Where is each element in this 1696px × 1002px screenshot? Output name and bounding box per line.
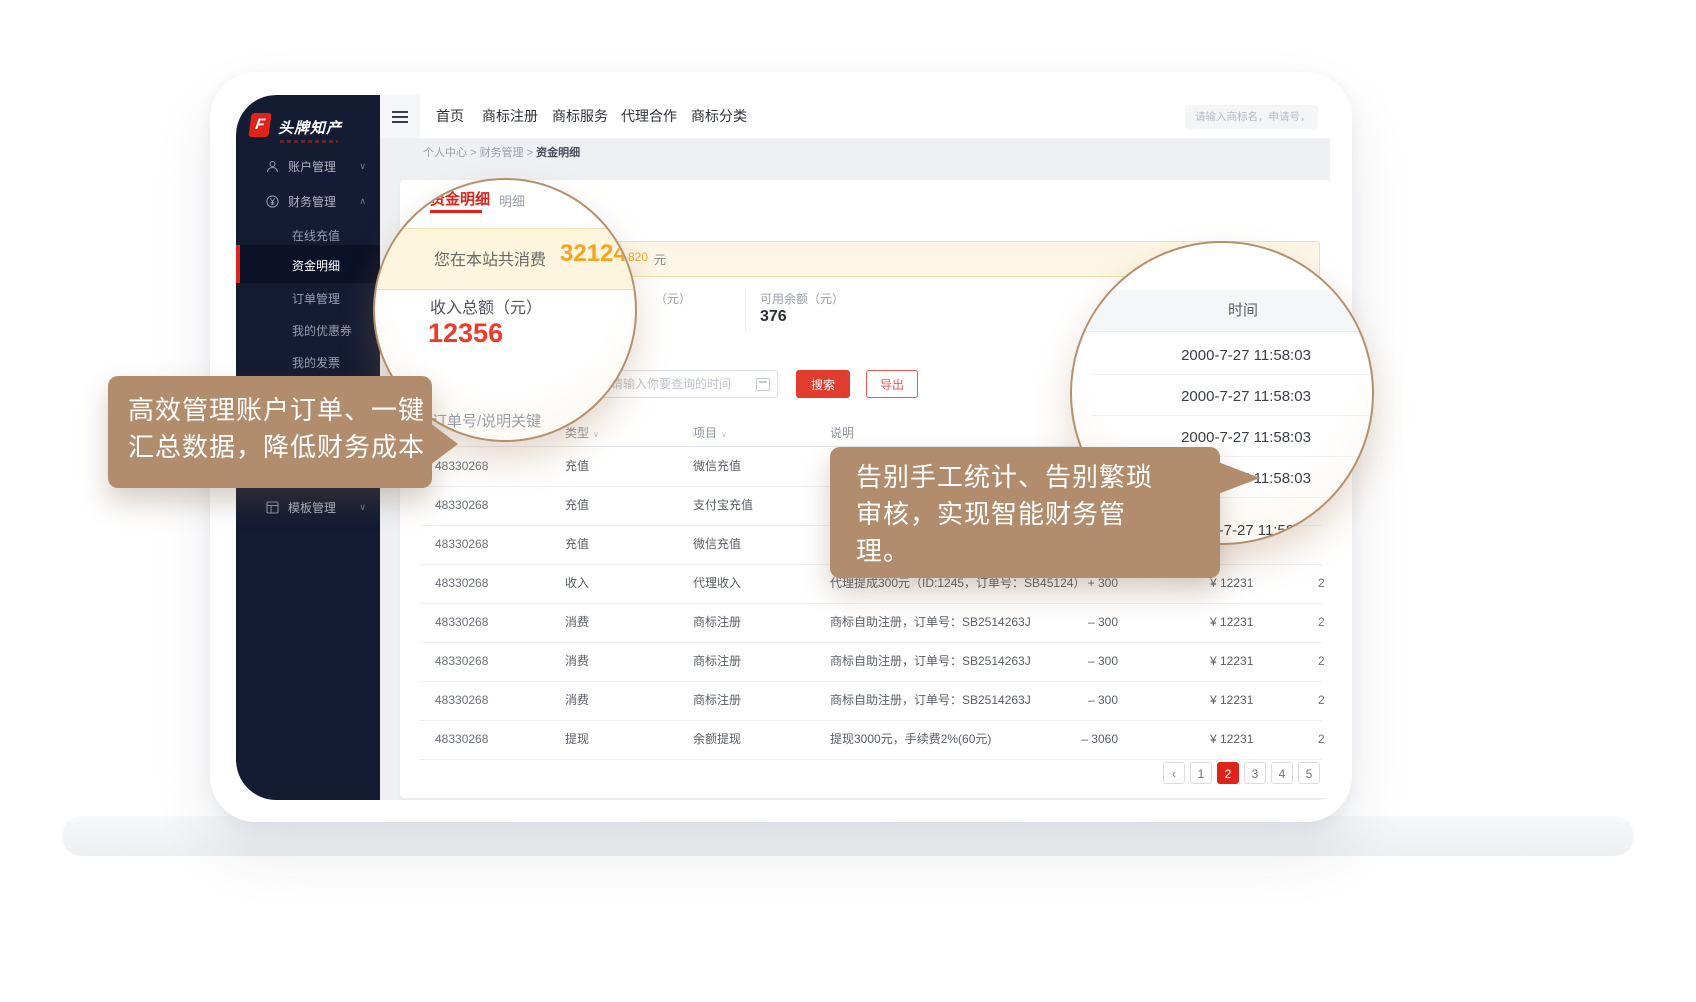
nav-agent-cooperation[interactable]: 代理合作 xyxy=(621,95,677,138)
callout-left-line1: 高效管理账户订单、一键 xyxy=(128,392,432,429)
balance-value: 376 xyxy=(760,308,787,326)
stat-divider xyxy=(745,288,746,332)
callout-right: 告别手工统计、告别繁琐 审核，实现智能财务管 理。 xyxy=(830,447,1220,578)
brand-subtext xyxy=(280,140,338,143)
template-icon xyxy=(266,501,279,514)
chevron-up-icon: ∧ xyxy=(359,196,366,207)
breadcrumb-section[interactable]: 财务管理 xyxy=(480,147,524,159)
menu-icon[interactable] xyxy=(380,95,420,138)
chevron-down-icon: ∨ xyxy=(359,502,366,513)
column-header-project[interactable]: 项目∨ xyxy=(693,424,727,441)
nav-home[interactable]: 首页 xyxy=(436,95,464,138)
time-cell: 2000-7-27 11:58:03 xyxy=(1072,429,1374,446)
laptop-base xyxy=(62,816,1634,856)
time-filter-input[interactable] xyxy=(600,370,778,398)
search-button[interactable]: 搜索 xyxy=(796,370,850,398)
column-header-desc: 说明 xyxy=(830,424,854,441)
user-icon xyxy=(266,160,279,173)
income-total-value: 12356 xyxy=(428,318,503,349)
breadcrumb-current: 资金明细 xyxy=(536,147,580,159)
sidebar-item-online-recharge[interactable]: 在线充值 xyxy=(292,227,340,244)
table-row: 48330268 消费 商标注册 商标自助注册，订单号：SB2514263J –… xyxy=(420,642,1322,682)
pagination-prev[interactable]: ‹ xyxy=(1163,762,1185,784)
export-button[interactable]: 导出 xyxy=(866,370,918,398)
breadcrumb-home[interactable]: 个人中心 xyxy=(423,147,467,159)
pagination-page-3[interactable]: 3 xyxy=(1244,762,1266,784)
sidebar-item-label: 模板管理 xyxy=(288,499,336,516)
chevron-down-icon: ∨ xyxy=(359,161,366,172)
income-total-label: 收入总额（元） xyxy=(430,294,542,318)
global-search-input[interactable] xyxy=(1185,105,1318,129)
tab-funds-detail: 资金明细 xyxy=(430,188,490,209)
pagination-page-4[interactable]: 4 xyxy=(1271,762,1293,784)
nav-trademark-category[interactable]: 商标分类 xyxy=(691,95,747,138)
sidebar-item-label: 财务管理 xyxy=(288,193,336,210)
sidebar-item-my-coupons[interactable]: 我的优惠券 xyxy=(292,322,352,339)
banner-unit: 元 xyxy=(654,251,666,268)
lens-banner-prefix: 您在本站共消费 xyxy=(434,246,546,270)
time-cell: 2000-7-27 11:58:03 xyxy=(1072,347,1374,364)
expense-unit-fragment: （元） xyxy=(655,290,691,307)
breadcrumb: 个人中心 > 财务管理 > 资金明细 xyxy=(423,144,580,160)
callout-arrow-right-icon xyxy=(430,423,458,465)
brand-name: 头牌知产 xyxy=(278,117,342,138)
brand-logo-icon: F xyxy=(248,113,271,137)
sort-caret-icon: ∨ xyxy=(721,430,727,439)
tab-fragment: 明细 xyxy=(499,191,525,210)
pagination-page-5[interactable]: 5 xyxy=(1298,762,1320,784)
sidebar-item-finance[interactable]: 财务管理 ∧ xyxy=(236,186,380,216)
sidebar-item-order-management[interactable]: 订单管理 xyxy=(292,290,340,307)
callout-right-line3: 理。 xyxy=(856,533,1220,570)
sidebar-item-funds-detail[interactable]: 资金明细 xyxy=(292,257,340,274)
nav-trademark-service[interactable]: 商标服务 xyxy=(552,95,608,138)
callout-left: 高效管理账户订单、一键 汇总数据，降低财务成本 xyxy=(108,376,432,488)
table-row: 48330268 消费 商标注册 商标自助注册，订单号：SB2514263J –… xyxy=(420,681,1322,721)
sidebar-active-marker xyxy=(236,245,240,283)
callout-right-line2: 审核，实现智能财务管 xyxy=(856,496,1220,533)
page: F 头牌知产 账户管理 ∨ 财务管理 ∧ 在线 xyxy=(0,0,1696,1002)
lens-banner-amount: 32124 xyxy=(560,240,627,268)
sidebar-item-my-invoices[interactable]: 我的发票 xyxy=(292,354,340,371)
calendar-icon[interactable] xyxy=(756,378,770,391)
nav-trademark-register[interactable]: 商标注册 xyxy=(482,95,538,138)
time-column-header: 时间 xyxy=(1072,290,1374,332)
column-header-type[interactable]: 类型∨ xyxy=(565,424,599,441)
callout-right-line1: 告别手工统计、告别繁琐 xyxy=(856,459,1220,496)
sort-caret-icon: ∨ xyxy=(593,430,599,439)
callout-arrow-right-icon xyxy=(1218,462,1260,494)
table-row: 48330268 消费 商标注册 商标自助注册，订单号：SB2514263J –… xyxy=(420,603,1322,643)
tab-active-underline xyxy=(430,210,482,213)
pagination-page-1[interactable]: 1 xyxy=(1190,762,1212,784)
yuan-icon xyxy=(266,195,279,208)
balance-label: 可用余额（元） xyxy=(760,290,844,307)
sidebar-item-template[interactable]: 模板管理 ∨ xyxy=(236,492,380,522)
sidebar-item-account[interactable]: 账户管理 ∨ xyxy=(236,151,380,181)
sidebar-item-label: 账户管理 xyxy=(288,158,336,175)
pagination-page-2-active[interactable]: 2 xyxy=(1217,762,1239,784)
callout-left-line2: 汇总数据，降低财务成本 xyxy=(128,429,432,466)
table-row: 48330268 提现 余额提现 提现3000元，手续费2%(60元) – 30… xyxy=(420,720,1322,760)
time-cell: 2000-7-27 11:58:03 xyxy=(1072,388,1374,405)
